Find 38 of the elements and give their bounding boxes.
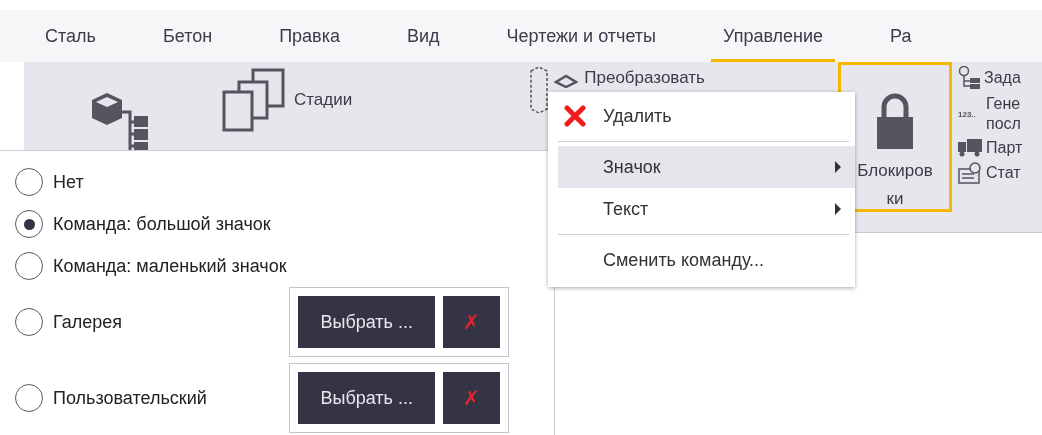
truck-icon (958, 139, 982, 157)
ribbon-command-label[interactable]: Парт (986, 138, 1023, 158)
clock-tree-icon (958, 66, 980, 90)
numbering-label: 123.. (958, 109, 977, 119)
option-label: Нет (53, 171, 84, 193)
ribbon-tab[interactable]: Бетон (150, 10, 225, 62)
ribbon-command-label[interactable]: Стат (986, 163, 1021, 183)
submenu-arrow-icon (835, 203, 841, 215)
option-label: Пользовательский (53, 387, 207, 409)
status-board-icon (958, 162, 982, 184)
radio-button[interactable] (15, 168, 43, 196)
ribbon-tab[interactable]: Сталь (33, 10, 108, 62)
option-label: Галерея (53, 311, 123, 333)
radio-button[interactable] (15, 252, 43, 280)
choose-button[interactable]: Выбрать ... (298, 372, 435, 424)
menu-item[interactable]: Сменить команду... (548, 239, 855, 281)
option-label: Команда: большой значок (53, 213, 271, 235)
ribbon-tab[interactable]: Вид (394, 10, 452, 62)
radio-button[interactable] (15, 210, 43, 238)
choose-button[interactable]: Выбрать ... (298, 296, 435, 348)
convert-label[interactable]: Преобразовать (584, 68, 705, 88)
cube-tree-icon (90, 92, 150, 150)
stages-label[interactable]: Стадии (294, 90, 353, 110)
convert-icon (554, 74, 579, 88)
ribbon-command-label[interactable]: Гене посл (986, 94, 1021, 134)
ribbon-tab[interactable]: Правка (267, 10, 352, 62)
menu-item[interactable]: Значок (558, 146, 855, 188)
ribbon-tab[interactable]: Чертежи и отчеты (494, 10, 668, 62)
option-label: Команда: маленький значок (53, 255, 287, 277)
ribbon-command-label[interactable]: Зада (984, 68, 1021, 88)
padlock-icon (877, 93, 913, 149)
dashed-column-icon (530, 66, 549, 114)
submenu-arrow-icon (835, 161, 841, 173)
ribbon-tab[interactable]: Ра (878, 10, 924, 62)
stacked-pages-icon (222, 68, 286, 132)
radio-button[interactable] (15, 308, 43, 336)
radio-button[interactable] (15, 384, 43, 412)
close-icon (564, 105, 586, 127)
